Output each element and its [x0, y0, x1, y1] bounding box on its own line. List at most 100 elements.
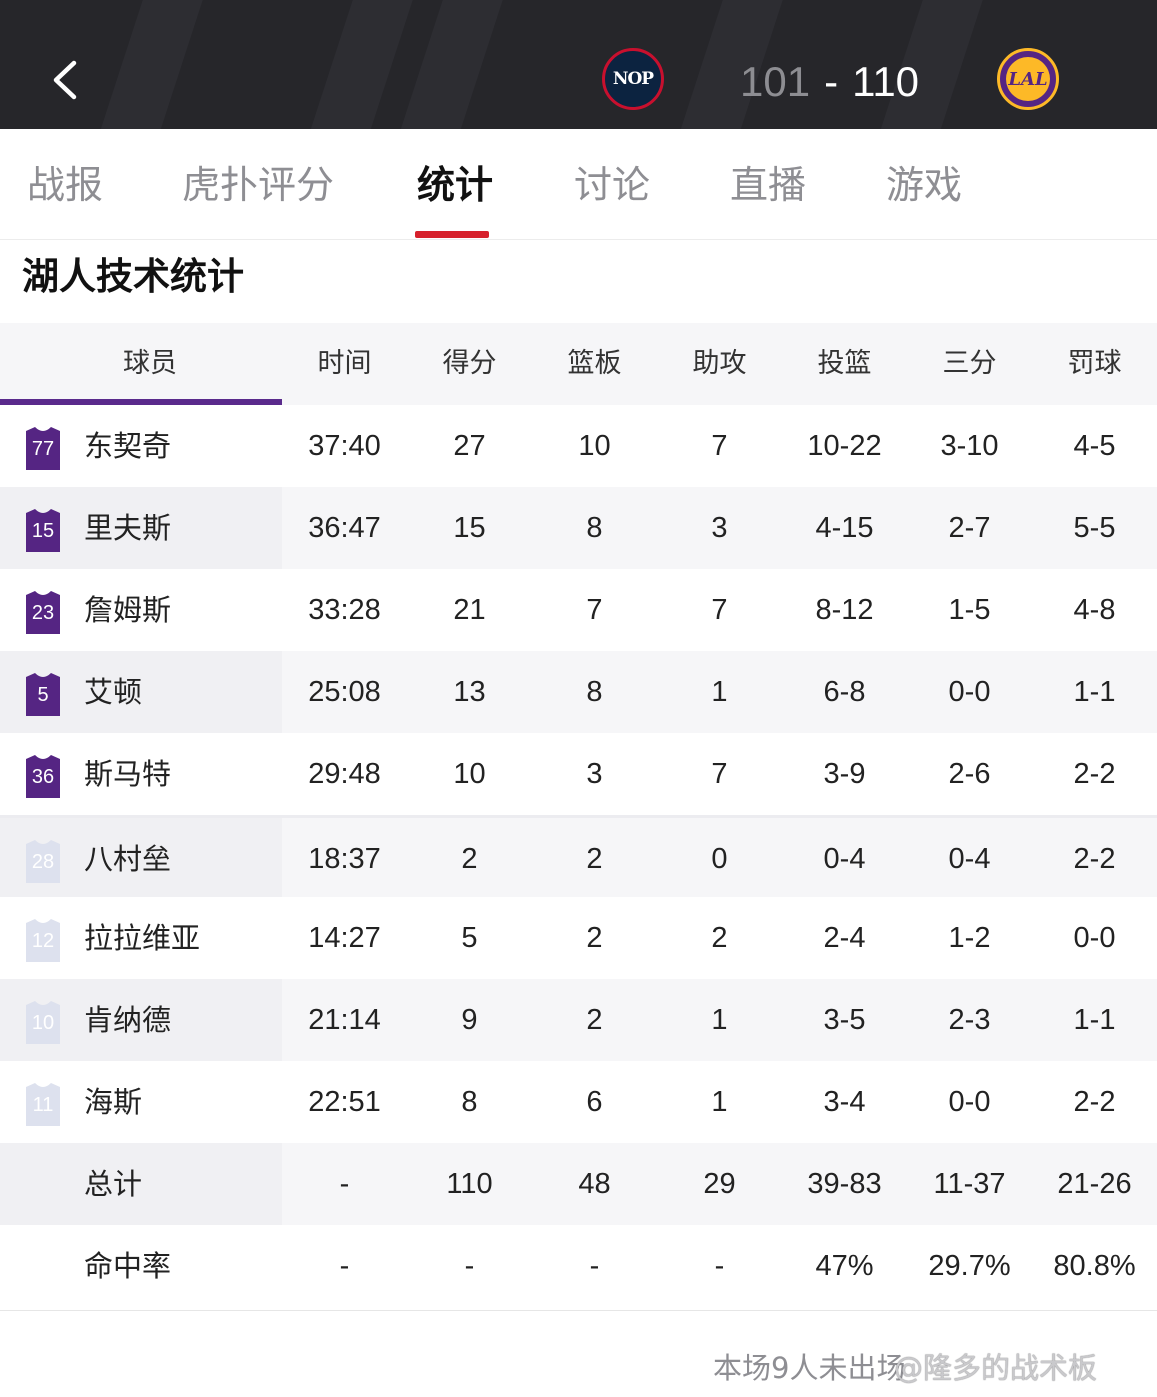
stat-rebounds: 8	[586, 676, 603, 708]
stat-free-throws: 21-26	[1057, 1168, 1132, 1200]
stat-rebounds: 10	[578, 430, 611, 462]
player-name[interactable]: 詹姆斯	[84, 569, 171, 651]
stat-assists: 7	[711, 430, 728, 462]
stat-points: 15	[453, 512, 486, 544]
stat-field-goals: 0-4	[823, 843, 866, 875]
stat-minutes: 37:40	[308, 430, 381, 462]
stat-free-throws: 4-5	[1073, 430, 1116, 462]
away-team-logo[interactable]: NOP	[602, 48, 664, 110]
player-name[interactable]: 八村垒	[84, 818, 171, 900]
column-header-player[interactable]: 球员	[0, 323, 300, 405]
stat-assists: 2	[711, 922, 728, 954]
stat-three-pointers: 2-3	[948, 1004, 991, 1036]
player-name[interactable]: 里夫斯	[84, 487, 171, 569]
stat-free-throws: 2-2	[1073, 758, 1116, 790]
player-name[interactable]: 拉拉维亚	[84, 897, 200, 979]
player-cell: 15 里夫斯	[0, 487, 282, 569]
column-header-minutes[interactable]: 时间	[282, 323, 407, 405]
jersey-badge: 15	[24, 509, 62, 552]
jersey-number: 10	[31, 1012, 55, 1034]
stat-field-goals: 4-15	[815, 512, 874, 544]
stat-field-goals: 39-83	[807, 1168, 882, 1200]
tab-stats[interactable]: 统计	[417, 161, 493, 209]
column-header-points[interactable]: 得分	[407, 323, 532, 405]
header-decor-stripe	[300, 0, 420, 129]
tab-discussion[interactable]: 讨论	[574, 161, 650, 209]
column-header-three-pointers[interactable]: 三分	[907, 323, 1032, 405]
stat-three-pointers: 29.7%	[928, 1250, 1011, 1282]
dnp-note[interactable]: 本场9人未出场	[713, 1346, 905, 1390]
tab-rating[interactable]: 虎扑评分	[182, 161, 334, 209]
player-row-starter[interactable]: 5 艾顿 25:08 13 8 1 6-8 0-0 1-1	[0, 651, 1157, 733]
player-row-bench[interactable]: 28 八村垒 18:37 2 2 0 0-4 0-4 2-2	[0, 815, 1157, 900]
home-team-logo[interactable]: LAL	[997, 48, 1059, 110]
player-name[interactable]: 肯纳德	[84, 979, 171, 1061]
score-separator: -	[824, 58, 839, 105]
watermark: @隆多的战术板	[894, 1351, 1098, 1385]
stat-minutes: 14:27	[308, 922, 381, 954]
stat-rebounds: 3	[586, 758, 603, 790]
stat-rebounds: -	[589, 1250, 600, 1282]
player-row-starter[interactable]: 15 里夫斯 36:47 15 8 3 4-15 2-7 5-5	[0, 487, 1157, 569]
stat-three-pointers: 1-2	[948, 922, 991, 954]
totals-row: 总计 - 110 48 29 39-83 11-37 21-26	[0, 1143, 1157, 1225]
stat-rebounds: 7	[586, 594, 603, 626]
stat-field-goals: 3-5	[823, 1004, 866, 1036]
tab-report[interactable]: 战报	[27, 161, 103, 209]
stat-rebounds: 2	[586, 843, 603, 875]
stat-points: 21	[453, 594, 486, 626]
player-name: 命中率	[84, 1249, 172, 1283]
stat-field-goals: 2-4	[823, 922, 866, 954]
player-cell: 36 斯马特	[0, 733, 282, 815]
player-name[interactable]: 东契奇	[84, 405, 171, 487]
stat-free-throws: 1-1	[1073, 676, 1116, 708]
player-cell: 总计	[0, 1143, 282, 1225]
column-header-rebounds[interactable]: 篮板	[532, 323, 657, 405]
player-cell: 12 拉拉维亚	[0, 897, 282, 979]
stat-assists: 29	[703, 1168, 736, 1200]
player-row-bench[interactable]: 10 肯纳德 21:14 9 2 1 3-5 2-3 1-1	[0, 979, 1157, 1061]
player-row-bench[interactable]: 11 海斯 22:51 8 6 1 3-4 0-0 2-2	[0, 1061, 1157, 1143]
away-team-abbr: NOP	[612, 69, 654, 89]
jersey-number: 28	[31, 851, 55, 873]
stat-field-goals: 3-4	[823, 1086, 866, 1118]
stat-rebounds: 48	[578, 1168, 611, 1200]
tab-live[interactable]: 直播	[730, 161, 806, 209]
stat-minutes: 36:47	[308, 512, 381, 544]
column-header-assists[interactable]: 助攻	[657, 323, 782, 405]
player-row-starter[interactable]: 23 詹姆斯 33:28 21 7 7 8-12 1-5 4-8	[0, 569, 1157, 651]
stat-minutes: 21:14	[308, 1004, 381, 1036]
player-cell: 命中率	[0, 1225, 282, 1307]
stat-three-pointers: 0-0	[948, 1086, 991, 1118]
column-header-field-goals[interactable]: 投篮	[782, 323, 907, 405]
jersey-badge: 10	[24, 1001, 62, 1044]
tab-games[interactable]: 游戏	[886, 161, 962, 209]
stat-free-throws: 4-8	[1073, 594, 1116, 626]
player-cell: 5 艾顿	[0, 651, 282, 733]
player-cell: 28 八村垒	[0, 818, 282, 900]
stat-assists: 7	[711, 594, 728, 626]
player-name[interactable]: 海斯	[84, 1061, 142, 1143]
column-header-free-throws[interactable]: 罚球	[1032, 323, 1157, 405]
stat-three-pointers: 1-5	[948, 594, 991, 626]
stat-rebounds: 8	[586, 512, 603, 544]
jersey-number: 23	[31, 602, 55, 624]
player-row-starter[interactable]: 36 斯马特 29:48 10 3 7 3-9 2-6 2-2	[0, 733, 1157, 815]
stat-free-throws: 2-2	[1073, 843, 1116, 875]
stat-assists: -	[714, 1250, 725, 1282]
stat-three-pointers: 11-37	[933, 1168, 1006, 1200]
back-button[interactable]	[40, 45, 90, 115]
player-name[interactable]: 斯马特	[84, 733, 171, 815]
player-name[interactable]: 艾顿	[84, 651, 142, 733]
stat-assists: 1	[711, 1086, 728, 1118]
player-row-bench[interactable]: 12 拉拉维亚 14:27 5 2 2 2-4 1-2 0-0	[0, 897, 1157, 979]
stat-field-goals: 10-22	[807, 430, 882, 462]
stat-points: 2	[461, 843, 478, 875]
stat-three-pointers: 2-6	[948, 758, 991, 790]
stat-minutes: -	[339, 1250, 350, 1282]
stat-points: -	[464, 1250, 475, 1282]
stat-rebounds: 2	[586, 1004, 603, 1036]
player-row-starter[interactable]: 77 东契奇 37:40 27 10 7 10-22 3-10 4-5	[0, 405, 1157, 487]
player-cell: 11 海斯	[0, 1061, 282, 1143]
stat-three-pointers: 0-0	[948, 676, 991, 708]
